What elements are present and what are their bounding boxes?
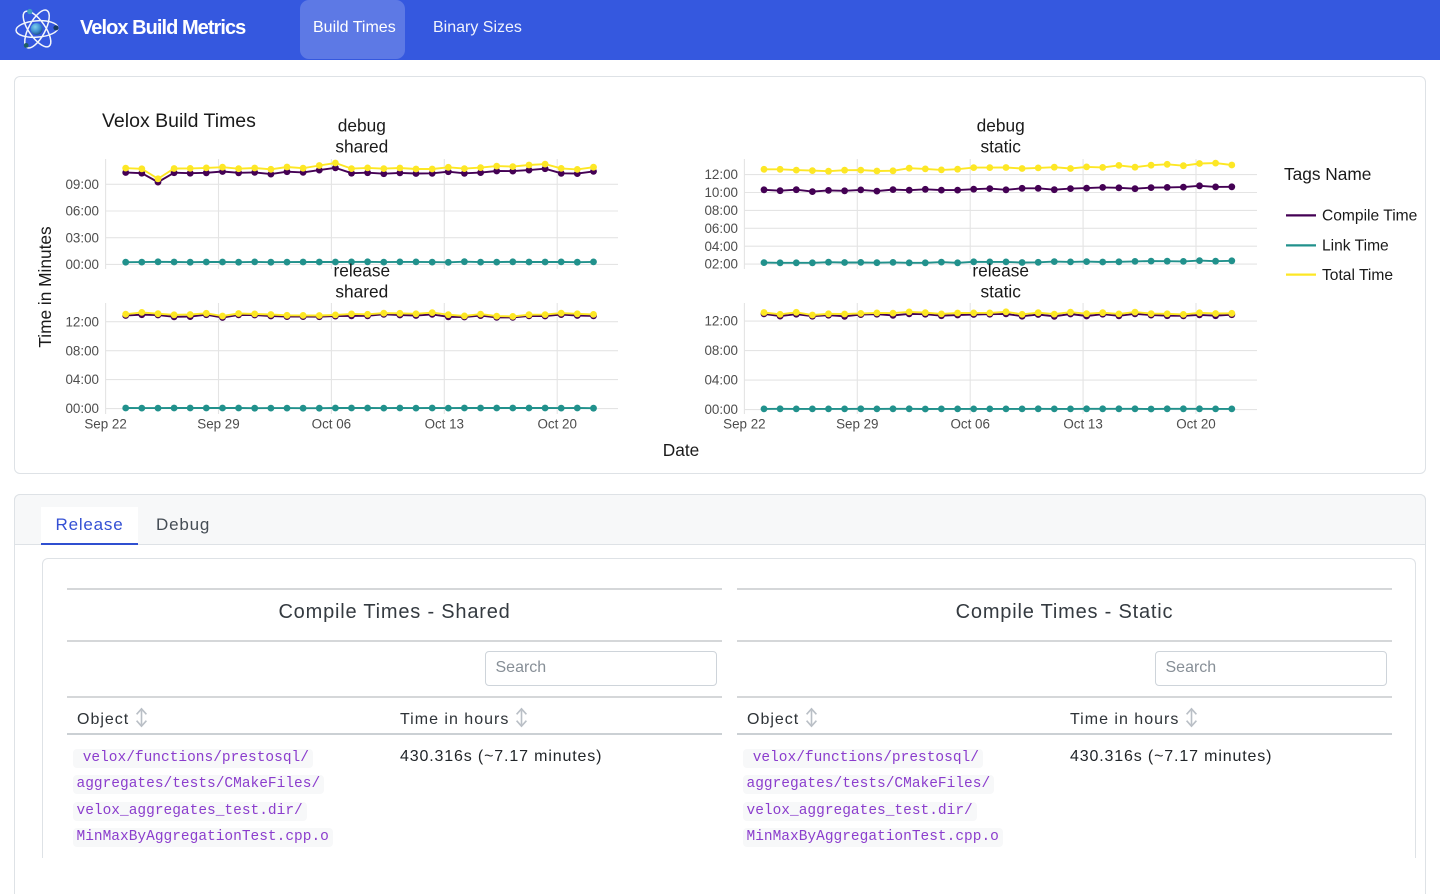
svg-text:12:00: 12:00 [704,314,738,329]
svg-text:08:00: 08:00 [704,203,738,218]
svg-text:shared: shared [335,137,388,157]
svg-text:09:00: 09:00 [65,177,99,192]
svg-text:00:00: 00:00 [65,401,99,416]
svg-text:Oct 13: Oct 13 [1063,417,1102,432]
svg-text:08:00: 08:00 [65,343,99,358]
svg-text:02:00: 02:00 [704,257,738,272]
svg-text:Oct 20: Oct 20 [1176,417,1215,432]
svg-text:static: static [981,137,1022,157]
svg-text:Oct 06: Oct 06 [312,417,351,432]
svg-text:Sep 29: Sep 29 [197,417,239,432]
svg-text:12:00: 12:00 [704,167,738,182]
svg-text:10:00: 10:00 [704,185,738,200]
svg-text:release: release [972,261,1029,281]
svg-text:Compile Time: Compile Time [1322,208,1417,225]
svg-text:06:00: 06:00 [704,221,738,236]
svg-text:Sep 29: Sep 29 [836,417,878,432]
svg-text:00:00: 00:00 [65,257,99,272]
svg-text:debug: debug [977,116,1025,136]
svg-text:08:00: 08:00 [704,343,738,358]
svg-text:Time in Minutes: Time in Minutes [35,226,55,348]
svg-text:Total Time: Total Time [1322,267,1393,284]
svg-text:12:00: 12:00 [65,314,99,329]
svg-text:Oct 13: Oct 13 [425,417,464,432]
svg-text:Oct 20: Oct 20 [537,417,576,432]
svg-text:Link Time: Link Time [1322,238,1389,255]
svg-text:04:00: 04:00 [704,373,738,388]
svg-text:Sep 22: Sep 22 [84,417,126,432]
svg-text:Velox Build Times: Velox Build Times [102,110,256,132]
svg-text:04:00: 04:00 [65,372,99,387]
svg-text:Oct 06: Oct 06 [950,417,989,432]
svg-text:04:00: 04:00 [704,239,738,254]
svg-text:static: static [981,282,1022,302]
svg-text:Sep 22: Sep 22 [723,417,765,432]
svg-text:release: release [333,261,390,281]
svg-text:debug: debug [338,116,386,136]
svg-text:shared: shared [335,282,388,302]
svg-text:00:00: 00:00 [704,402,738,417]
svg-text:06:00: 06:00 [65,204,99,219]
svg-text:03:00: 03:00 [65,230,99,245]
svg-text:Date: Date [663,440,700,460]
svg-text:Tags Name: Tags Name [1284,164,1371,184]
